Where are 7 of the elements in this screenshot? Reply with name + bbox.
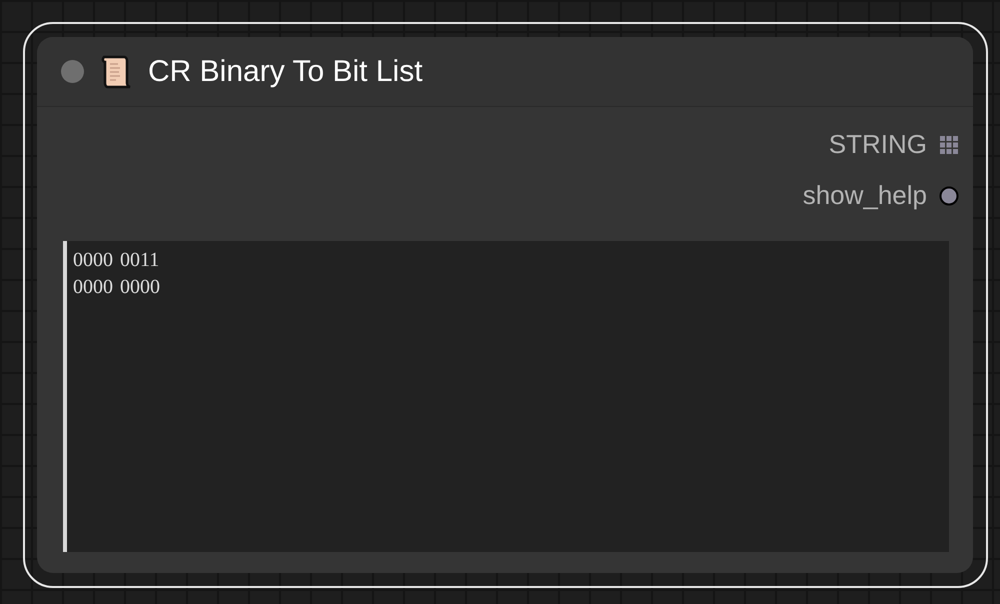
collapse-toggle[interactable]: [61, 60, 84, 83]
output-slot-icon[interactable]: [939, 186, 959, 206]
grid-slot-icon[interactable]: [939, 134, 959, 154]
output-label: STRING: [828, 128, 927, 161]
node-title: CR Binary To Bit List: [148, 54, 423, 90]
text-area[interactable]: 0000 0011 0000 0000: [63, 241, 949, 552]
output-label: show_help: [802, 179, 927, 212]
